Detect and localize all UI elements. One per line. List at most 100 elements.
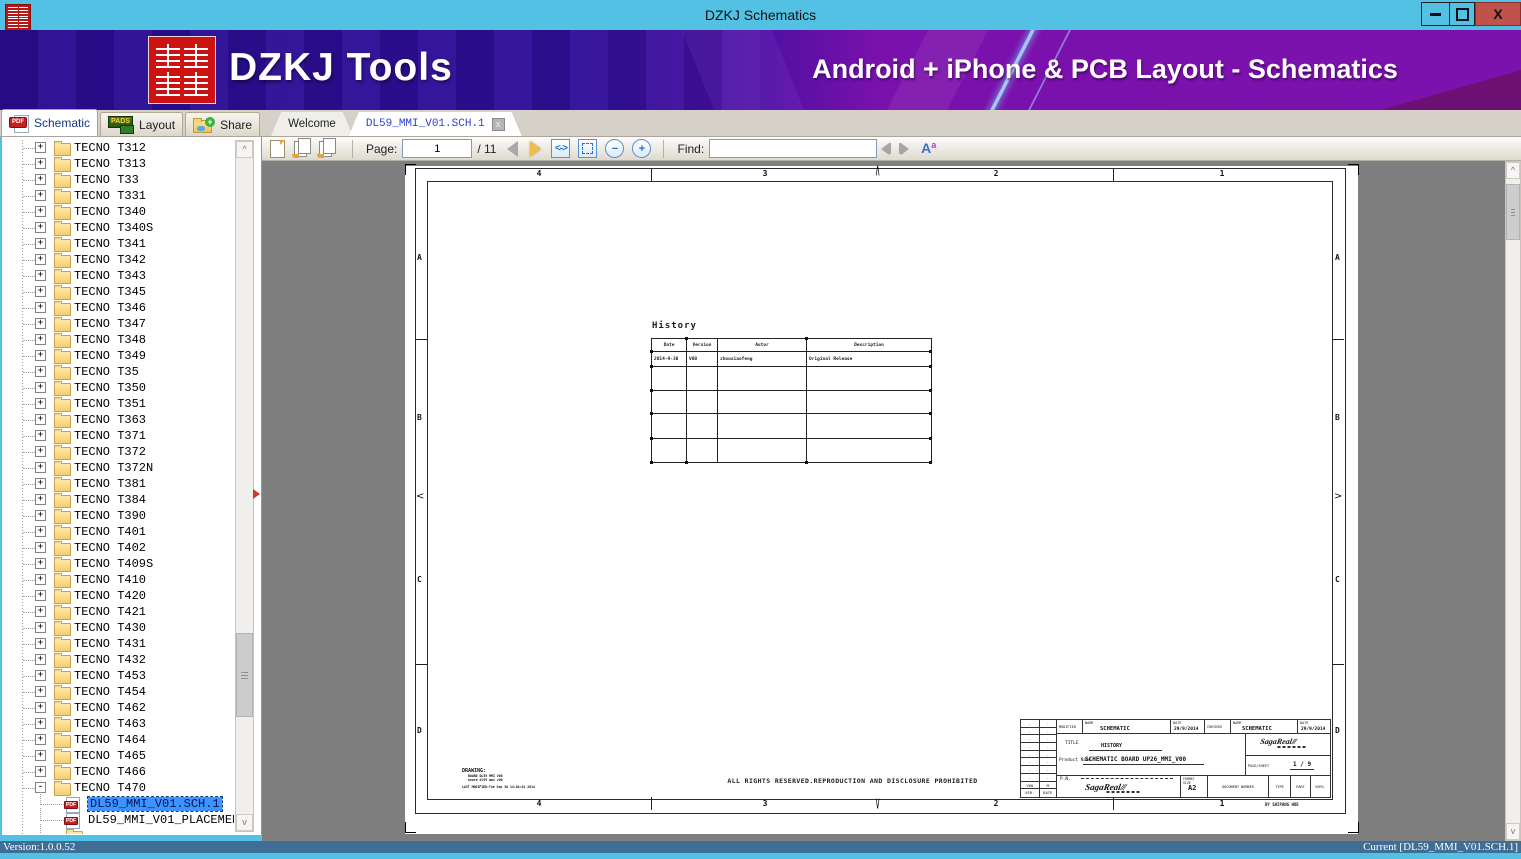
new-page-icon[interactable] (270, 140, 285, 158)
tree-folder[interactable]: +TECNO T431 (2, 636, 234, 652)
expand-icon[interactable]: + (35, 734, 46, 745)
tree-folder[interactable]: +TECNO T430 (2, 620, 234, 636)
expand-icon[interactable]: + (35, 350, 46, 361)
copy-page-icon[interactable] (294, 141, 307, 157)
close-doc-icon[interactable]: x (492, 118, 505, 131)
tree-folder[interactable]: +TECNO T410 (2, 572, 234, 588)
tree-folder[interactable]: +TECNO T33 (2, 172, 234, 188)
sidebar-scroll-thumb[interactable] (236, 633, 253, 717)
tree-folder[interactable]: +TECNO T342 (2, 252, 234, 268)
doc-tab-welcome[interactable]: Welcome (271, 112, 353, 136)
expand-icon[interactable]: + (35, 654, 46, 665)
expand-icon[interactable]: + (35, 254, 46, 265)
tree-folder[interactable]: +TECNO T348 (2, 332, 234, 348)
expand-icon[interactable]: + (35, 398, 46, 409)
tree-folder[interactable]: +TECNO T401 (2, 524, 234, 540)
expand-icon[interactable]: + (35, 158, 46, 169)
zoom-out-button[interactable]: − (605, 139, 624, 158)
tree-folder[interactable]: +TECNO T345 (2, 284, 234, 300)
expand-icon[interactable]: + (35, 430, 46, 441)
tree-folder[interactable]: +TECNO T340S (2, 220, 234, 236)
scroll-down-icon[interactable]: v (236, 814, 253, 831)
tree-folder[interactable]: +TECNO T312 (2, 140, 234, 156)
fit-width-button[interactable]: <-> (551, 139, 570, 158)
tree-folder[interactable]: +TECNO T464 (2, 732, 234, 748)
tree-folder[interactable]: +TECNO T347 (2, 316, 234, 332)
find-next-button[interactable] (899, 143, 909, 155)
expand-icon[interactable]: + (35, 606, 46, 617)
tab-layout[interactable]: PADSLayout (100, 112, 183, 136)
expand-icon[interactable]: + (35, 302, 46, 313)
schematic-viewport[interactable]: 44332211AABBCCDD ∧ ∨ < > History DateVer… (262, 161, 1505, 841)
tree-file[interactable]: PDFDL59_MMI_V01.SCH.1 (2, 796, 234, 812)
expand-icon[interactable]: + (35, 510, 46, 521)
expand-icon[interactable]: + (35, 574, 46, 585)
minimize-button[interactable] (1421, 2, 1450, 26)
tree-folder[interactable]: +TECNO T465 (2, 748, 234, 764)
maximize-button[interactable] (1449, 2, 1475, 26)
previous-page-button[interactable] (507, 141, 518, 157)
scroll-up-icon[interactable]: ^ (1506, 162, 1520, 179)
expand-icon[interactable]: + (35, 318, 46, 329)
tree-folder[interactable]: +TECNO T340 (2, 204, 234, 220)
tree-folder[interactable]: +TECNO T341 (2, 236, 234, 252)
expand-icon[interactable]: + (35, 622, 46, 633)
main-scroll-thumb[interactable] (1506, 184, 1520, 240)
expand-icon[interactable]: + (35, 174, 46, 185)
tree-folder[interactable]: +TECNO T453 (2, 668, 234, 684)
tab-share[interactable]: +Share (185, 112, 260, 136)
expand-icon[interactable]: + (35, 494, 46, 505)
expand-icon[interactable]: + (35, 590, 46, 601)
tree-folder[interactable]: +TECNO T420 (2, 588, 234, 604)
tree-folder[interactable]: +TECNO T349 (2, 348, 234, 364)
tree-folder[interactable]: +TECNO T371 (2, 428, 234, 444)
expand-icon[interactable]: + (35, 366, 46, 377)
splitter-arrow[interactable] (253, 489, 260, 499)
expand-icon[interactable]: + (35, 238, 46, 249)
doc-tab-document[interactable]: DL59_MMI_V01.SCH.1x (349, 112, 522, 136)
tree-folder[interactable]: +TECNO T381 (2, 476, 234, 492)
expand-icon[interactable]: + (35, 414, 46, 425)
page-number-input[interactable] (402, 139, 472, 158)
expand-icon[interactable]: + (35, 526, 46, 537)
tree-folder[interactable]: +TECNO T432 (2, 652, 234, 668)
tree-folder[interactable]: +TECNO T384 (2, 492, 234, 508)
expand-icon[interactable]: + (35, 190, 46, 201)
expand-icon[interactable]: + (35, 446, 46, 457)
tree-folder[interactable]: +TECNO T372N (2, 460, 234, 476)
tree-folder[interactable]: +TECNO T346 (2, 300, 234, 316)
close-button[interactable]: X (1475, 2, 1521, 26)
tree-folder[interactable]: +TECNO T462 (2, 700, 234, 716)
scroll-up-icon[interactable]: ^ (236, 141, 253, 158)
expand-icon[interactable]: + (35, 558, 46, 569)
expand-icon[interactable]: + (35, 206, 46, 217)
tree-folder[interactable]: +TECNO T402 (2, 540, 234, 556)
tree-folder[interactable]: -TECNO T470 (2, 780, 234, 796)
tree-folder[interactable]: +TECNO T35 (2, 364, 234, 380)
expand-icon[interactable]: + (35, 286, 46, 297)
expand-icon[interactable]: + (35, 702, 46, 713)
tree-folder[interactable]: +TECNO T421 (2, 604, 234, 620)
find-input[interactable] (709, 139, 877, 158)
expand-icon[interactable]: + (35, 766, 46, 777)
paste-page-icon[interactable] (319, 141, 332, 157)
expand-icon[interactable]: + (35, 638, 46, 649)
expand-icon[interactable]: + (35, 718, 46, 729)
tab-schematic[interactable]: PDFSchematic (1, 109, 98, 136)
match-case-button[interactable]: Aa (921, 140, 936, 158)
next-page-button[interactable] (530, 141, 541, 157)
expand-icon[interactable]: + (35, 750, 46, 761)
tree-folder[interactable]: +TECNO T454 (2, 684, 234, 700)
expand-icon[interactable]: + (35, 142, 46, 153)
tree-folder[interactable]: +TECNO T350 (2, 380, 234, 396)
tree-folder[interactable]: +TECNO T363 (2, 412, 234, 428)
tree-folder[interactable]: +TECNO T343 (2, 268, 234, 284)
expand-icon[interactable]: + (35, 670, 46, 681)
tree-folder[interactable]: +TECNO T409S (2, 556, 234, 572)
tree-folder[interactable]: +TECNO T331 (2, 188, 234, 204)
tree-folder[interactable]: +TECNO T372 (2, 444, 234, 460)
expand-icon[interactable]: + (35, 462, 46, 473)
fit-page-button[interactable] (578, 139, 597, 158)
tree-folder[interactable]: +TECNO T313 (2, 156, 234, 172)
expand-icon[interactable]: + (35, 222, 46, 233)
